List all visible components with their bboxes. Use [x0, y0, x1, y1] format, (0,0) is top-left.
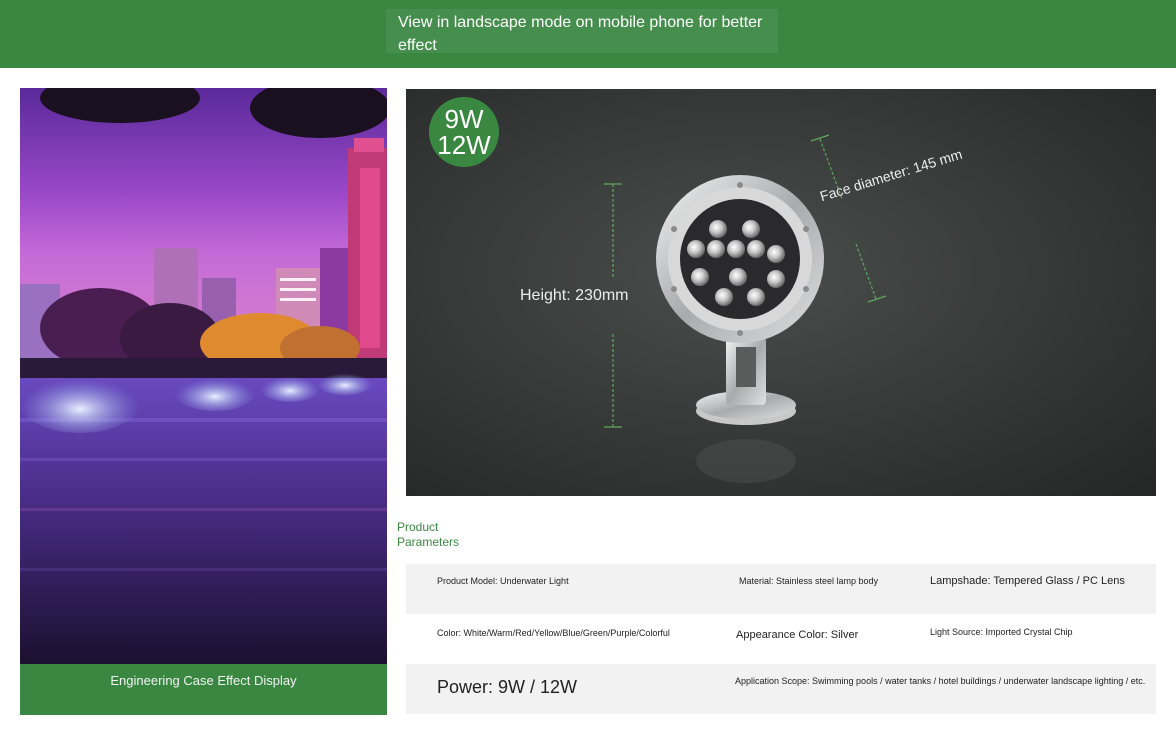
badge-9w: 9W: [444, 104, 484, 134]
engineering-case-card: Engineering Case Effect Display: [20, 88, 387, 715]
badge-12w: 12W: [437, 130, 491, 160]
power-badge: 9W 12W: [429, 97, 499, 167]
case-caption: Engineering Case Effect Display: [20, 664, 387, 715]
param-row-1: Product Model: Underwater Light Material…: [406, 564, 1156, 614]
param-application-scope: Application Scope: Swimming pools / wate…: [735, 676, 1146, 686]
param-material: Material: Stainless steel lamp body: [739, 576, 879, 586]
param-appearance-color: Appearance Color: Silver: [736, 629, 859, 641]
landscape-notice: View in landscape mode on mobile phone f…: [386, 9, 778, 54]
param-row-2: Color: White/Warm/Red/Yellow/Blue/Green/…: [406, 614, 1156, 664]
param-lampshade: Lampshade: Tempered Glass / PC Lens: [930, 575, 1125, 587]
product-photo: 9W 12W Height: 230mm Face diameter: 145 …: [406, 89, 1156, 496]
param-power: Power: 9W / 12W: [437, 677, 578, 697]
param-row-3: Power: 9W / 12W Application Scope: Swimm…: [406, 664, 1156, 714]
night-fountain-photo: [20, 88, 387, 664]
param-color: Color: White/Warm/Red/Yellow/Blue/Green/…: [437, 628, 670, 638]
product-parameters-title: Product Parameters: [397, 520, 460, 549]
param-model: Product Model: Underwater Light: [437, 576, 569, 586]
height-dimension-label: Height: 230mm: [520, 287, 629, 304]
top-banner: View in landscape mode on mobile phone f…: [0, 0, 1176, 68]
param-light-source: Light Source: Imported Crystal Chip: [930, 627, 1073, 637]
